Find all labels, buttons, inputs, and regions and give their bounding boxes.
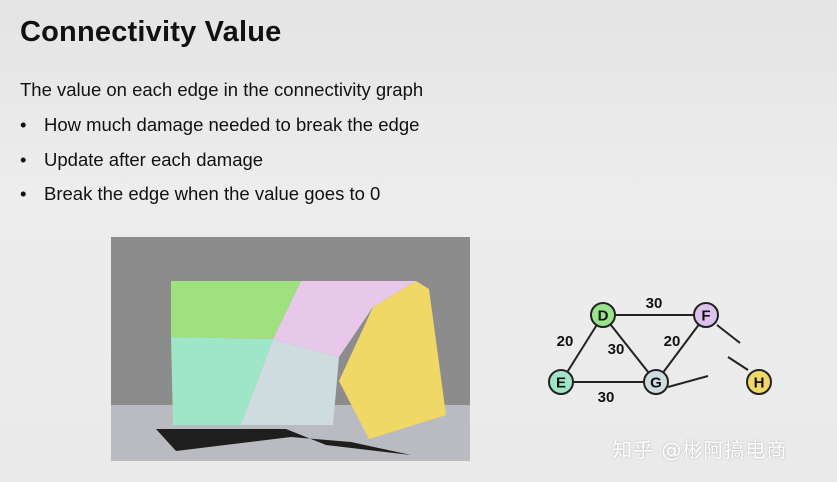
bullet-marker: • bbox=[20, 183, 27, 204]
bullet-marker: • bbox=[20, 148, 27, 170]
bullet-item: • Update after each damage bbox=[20, 149, 419, 184]
broken-edge-g-h bbox=[667, 375, 709, 388]
fracture-demo-image bbox=[111, 237, 470, 461]
edge-label-f-g: 20 bbox=[664, 333, 681, 350]
slide-title: Connectivity Value bbox=[20, 16, 282, 48]
watermark: 知乎 @彬阿搞电商 bbox=[612, 438, 788, 462]
fracture-demo-svg bbox=[111, 237, 470, 461]
node-label-d: D bbox=[598, 308, 609, 325]
node-label-h: H bbox=[754, 375, 765, 392]
graph-svg: 30 20 30 20 30 D F E G H bbox=[548, 295, 772, 406]
bullet-item: • Break the edge when the value goes to 0 bbox=[20, 183, 419, 218]
bullet-marker: • bbox=[20, 114, 27, 135]
bullet-text: Break the edge when the value goes to 0 bbox=[44, 183, 381, 204]
connectivity-graph: 30 20 30 20 30 D F E G H bbox=[540, 290, 780, 410]
broken-edge-f-h bbox=[716, 324, 741, 344]
node-label-g: G bbox=[650, 375, 662, 392]
bullet-list: • How much damage needed to break the edg… bbox=[20, 114, 419, 218]
slide-intro: The value on each edge in the connectivi… bbox=[20, 79, 424, 100]
broken-edge-h-f bbox=[727, 356, 749, 371]
bullet-text: How much damage needed to break the edge bbox=[44, 114, 420, 135]
bullet-item: • How much damage needed to break the edg… bbox=[20, 114, 419, 149]
edge-label-d-e: 20 bbox=[557, 333, 574, 350]
node-label-f: F bbox=[701, 308, 710, 325]
edge-label-d-f: 30 bbox=[646, 295, 663, 312]
edge-label-d-g: 30 bbox=[608, 341, 625, 358]
bullet-text: Update after each damage bbox=[44, 148, 264, 170]
edge-label-e-g: 30 bbox=[598, 389, 615, 406]
node-label-e: E bbox=[556, 375, 566, 392]
